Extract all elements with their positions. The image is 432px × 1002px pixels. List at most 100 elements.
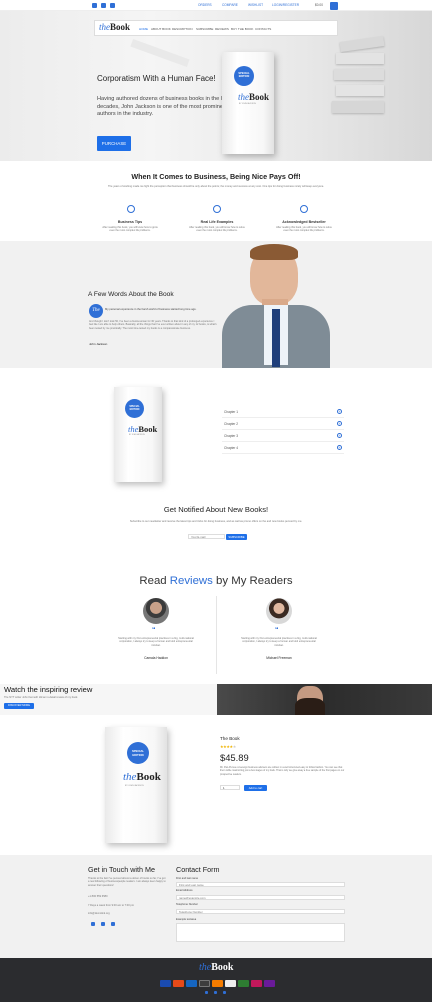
applepay-icon xyxy=(225,980,236,987)
video-thumbnail[interactable] xyxy=(217,684,432,715)
special-edition-badge: SPECIAL EDITION xyxy=(234,66,254,86)
book-cover: SPECIAL EDITION theBook BY JOHN JACKSON xyxy=(114,387,162,482)
about-lead: My personal experience in the harsh worl… xyxy=(105,308,197,311)
nav-about-book[interactable]: ABOUT BOOK xyxy=(151,27,171,31)
product-title: The Book xyxy=(220,736,240,741)
payment-icon xyxy=(264,980,275,987)
hero-title: Corporatism With a Human Face! xyxy=(97,74,216,83)
dropcap: The xyxy=(89,304,103,318)
login-register-link[interactable]: LOGIN/REGISTER xyxy=(272,3,299,7)
instagram-icon[interactable] xyxy=(110,3,115,8)
phone-input[interactable] xyxy=(176,909,345,914)
paypal-icon xyxy=(186,980,197,987)
subscribe-text: Subscribe to our newsletter and receive … xyxy=(129,520,303,523)
book-author: BY JOHN JACKSON xyxy=(239,103,256,105)
compare-link[interactable]: COMPARE xyxy=(222,3,238,7)
book-logo: theBook xyxy=(123,771,161,783)
book-author: BY JOHN JACKSON xyxy=(125,785,144,787)
payment-icon xyxy=(238,980,249,987)
book-author: BY JOHN JACKSON xyxy=(129,434,145,436)
nav-reviews[interactable]: REVIEWS xyxy=(215,27,229,31)
award-icon xyxy=(300,205,308,213)
rating-stars: ★★★★★ xyxy=(220,744,236,749)
footer-logo[interactable]: theBook xyxy=(199,962,233,973)
hero-book-cover: SPECIAL EDITION theBook BY JOHN JACKSON xyxy=(222,52,274,154)
purchase-button[interactable]: PURCHASE xyxy=(97,136,131,151)
message-label: Example textarea xyxy=(176,918,197,921)
special-edition-badge: SPECIAL EDITION xyxy=(127,742,149,764)
quote-icon: “ xyxy=(275,627,279,634)
feature-text: After reading this book, you will know h… xyxy=(276,226,332,233)
discover-icon xyxy=(212,980,223,987)
cart-total: $0.00 xyxy=(315,3,323,7)
feature-title: Acknowledged Bestseller xyxy=(282,220,326,224)
subscribe-email-input[interactable] xyxy=(188,534,225,539)
cart-icon[interactable] xyxy=(330,2,338,10)
facebook-icon[interactable] xyxy=(205,991,208,994)
top-bar: ORDERS COMPARE WISHLIST LOGIN/REGISTER $… xyxy=(0,0,432,11)
site-logo[interactable]: theBook xyxy=(99,22,130,32)
instagram-icon[interactable] xyxy=(111,922,115,926)
contact-phone[interactable]: +1 800 559 6580 xyxy=(88,895,108,899)
email-input[interactable] xyxy=(176,895,345,900)
name-input[interactable] xyxy=(176,882,345,887)
product-book-cover: SPECIAL EDITION theBook BY JOHN JACKSON xyxy=(105,727,167,843)
chapter-item[interactable]: Chapter 4 + xyxy=(222,443,344,454)
book-logo: theBook xyxy=(238,92,270,102)
feature-text: After reading this book, you will know h… xyxy=(102,226,158,233)
wishlist-link[interactable]: WISHLIST xyxy=(248,3,263,7)
contact-email[interactable]: info@demolink.org xyxy=(88,912,110,916)
chapter-item[interactable]: Chapter 2 + xyxy=(222,419,344,430)
facebook-icon[interactable] xyxy=(91,922,95,926)
subscribe-section: Get Notified About New Books! Subscribe … xyxy=(0,492,432,572)
nav-buy-the-book[interactable]: BUY THE BOOK xyxy=(231,27,253,31)
amex-icon xyxy=(199,980,210,987)
phone-label: Telephone Number xyxy=(176,903,198,906)
reviewer-name: Michael Freeman xyxy=(266,656,292,660)
nav-home[interactable]: HOME xyxy=(139,27,148,31)
quantity-input[interactable] xyxy=(220,785,240,790)
divider xyxy=(216,596,217,674)
plus-icon: + xyxy=(337,433,342,438)
product-text: Mr. Pan-Pursue covereign business advise… xyxy=(220,766,345,776)
payment-icon xyxy=(251,980,262,987)
chapter-item[interactable]: Chapter 1 + xyxy=(222,407,344,418)
main-nav: theBook HOME ABOUT BOOK DESCRIPTION SUBS… xyxy=(94,20,338,36)
reviews-title: Read Reviews by My Readers xyxy=(139,575,293,587)
feature-title: Business Tips xyxy=(117,220,143,224)
description-section: SPECIAL EDITION theBook BY JOHN JACKSON … xyxy=(0,368,432,492)
reviews-section: Read Reviews by My Readers “ Starting wi… xyxy=(0,572,432,684)
chapter-item[interactable]: Chapter 3 + xyxy=(222,431,344,442)
plus-icon: + xyxy=(337,445,342,450)
book-logo: theBook xyxy=(128,424,158,434)
twitter-icon[interactable] xyxy=(214,991,217,994)
reviewer-avatar xyxy=(143,598,169,624)
orders-link[interactable]: ORDERS xyxy=(198,3,212,7)
visa-icon xyxy=(160,980,171,987)
feature-text: After reading this book, you will know h… xyxy=(189,226,245,233)
twitter-icon[interactable] xyxy=(101,3,106,8)
mastercard-icon xyxy=(173,980,184,987)
reviewer-name: Camala Haddon xyxy=(144,656,168,660)
contact-title: Get in Touch with Me xyxy=(88,865,155,874)
product-price: $45.89 xyxy=(220,752,249,763)
watch-section: Watch the inspiring review The NYT write… xyxy=(0,684,432,715)
watch-text: The NYT writer John Kenneth did an in-de… xyxy=(4,696,79,699)
business-section: When It Comes to Business, Being Nice Pa… xyxy=(0,161,432,241)
plus-icon: + xyxy=(337,421,342,426)
nav-description[interactable]: DESCRIPTION xyxy=(172,27,193,31)
instagram-icon[interactable] xyxy=(223,991,226,994)
feature-title: Real Life Examples xyxy=(200,220,234,224)
special-edition-badge: SPECIAL EDITION xyxy=(125,399,144,418)
discover-more-button[interactable]: DISCOVER MORE xyxy=(4,703,34,709)
nav-contacts[interactable]: CONTACTS xyxy=(255,27,271,31)
add-to-cart-button[interactable]: Add to cart xyxy=(244,785,267,791)
facebook-icon[interactable] xyxy=(92,3,97,8)
message-textarea[interactable] xyxy=(176,923,345,942)
about-text: And though I don't look 50, I've been a … xyxy=(89,320,217,330)
page: ORDERS COMPARE WISHLIST LOGIN/REGISTER $… xyxy=(0,0,432,1002)
subscribe-button[interactable]: SUBSCRIBE xyxy=(226,534,247,540)
review-text: Starting with my first entrepreneurial p… xyxy=(241,637,317,647)
nav-subscribe[interactable]: SUBSCRIBE xyxy=(196,27,213,31)
twitter-icon[interactable] xyxy=(101,922,105,926)
